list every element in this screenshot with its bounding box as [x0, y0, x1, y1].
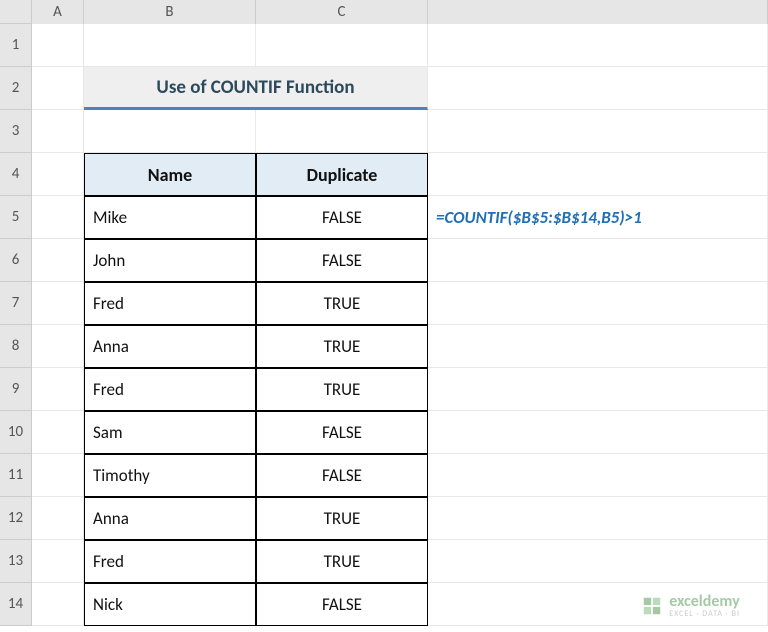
row-header-13[interactable]: 13: [0, 540, 32, 583]
cell-C1[interactable]: [256, 24, 428, 67]
cell-name[interactable]: Anna: [84, 325, 256, 368]
cell-D8[interactable]: [428, 325, 768, 368]
cell-duplicate[interactable]: TRUE: [256, 282, 428, 325]
cell-A1[interactable]: [32, 24, 84, 67]
row-3: 3: [0, 110, 768, 153]
rows-container: 1 2 Use of COUNTIF Function 3 4 Name Dup…: [0, 24, 768, 626]
cell-D12[interactable]: [428, 497, 768, 540]
row-2: 2 Use of COUNTIF Function: [0, 67, 768, 110]
spreadsheet: A B C 1 2 Use of COUNTIF Function 3 4: [0, 0, 768, 632]
cell-duplicate[interactable]: FALSE: [256, 454, 428, 497]
column-headers: A B C: [0, 0, 768, 24]
cell-A5[interactable]: [32, 196, 84, 239]
cell-name[interactable]: Timothy: [84, 454, 256, 497]
cell-name[interactable]: Anna: [84, 497, 256, 540]
cell-D3[interactable]: [428, 110, 768, 153]
row-header-4[interactable]: 4: [0, 153, 32, 196]
cell-A12[interactable]: [32, 497, 84, 540]
row-header-5[interactable]: 5: [0, 196, 32, 239]
col-header-C[interactable]: C: [256, 0, 428, 24]
row-header-9[interactable]: 9: [0, 368, 32, 411]
cell-A2[interactable]: [32, 67, 84, 110]
watermark: exceldemy EXCEL · DATA · BI: [641, 594, 740, 618]
row-header-6[interactable]: 6: [0, 239, 32, 282]
cell-D7[interactable]: [428, 282, 768, 325]
cell-D4[interactable]: [428, 153, 768, 196]
row-header-12[interactable]: 12: [0, 497, 32, 540]
row-13: 13 Fred TRUE: [0, 540, 768, 583]
cell-A11[interactable]: [32, 454, 84, 497]
row-12: 12 Anna TRUE: [0, 497, 768, 540]
cell-duplicate[interactable]: TRUE: [256, 497, 428, 540]
cell-D6[interactable]: [428, 239, 768, 282]
cell-name[interactable]: Nick: [84, 583, 256, 626]
cell-name[interactable]: Sam: [84, 411, 256, 454]
cell-name[interactable]: John: [84, 239, 256, 282]
cell-D1[interactable]: [428, 24, 768, 67]
cell-A4[interactable]: [32, 153, 84, 196]
row-header-11[interactable]: 11: [0, 454, 32, 497]
row-6: 6 John FALSE: [0, 239, 768, 282]
cell-D2[interactable]: [428, 67, 768, 110]
row-5: 5 Mike FALSE =COUNTIF($B$5:$B$14,B5)>1: [0, 196, 768, 239]
cell-A10[interactable]: [32, 411, 84, 454]
cell-A9[interactable]: [32, 368, 84, 411]
select-all-corner[interactable]: [0, 0, 32, 24]
cell-A14[interactable]: [32, 583, 84, 626]
cell-A6[interactable]: [32, 239, 84, 282]
row-4: 4 Name Duplicate: [0, 153, 768, 196]
row-1: 1: [0, 24, 768, 67]
row-header-14[interactable]: 14: [0, 583, 32, 626]
cell-A3[interactable]: [32, 110, 84, 153]
row-header-3[interactable]: 3: [0, 110, 32, 153]
col-header-A[interactable]: A: [32, 0, 84, 24]
col-header-D[interactable]: [428, 0, 768, 24]
row-header-10[interactable]: 10: [0, 411, 32, 454]
row-9: 9 Fred TRUE: [0, 368, 768, 411]
row-header-8[interactable]: 8: [0, 325, 32, 368]
watermark-sub: EXCEL · DATA · BI: [669, 610, 740, 618]
row-header-1[interactable]: 1: [0, 24, 32, 67]
cell-name[interactable]: Fred: [84, 282, 256, 325]
cell-A7[interactable]: [32, 282, 84, 325]
page-title[interactable]: Use of COUNTIF Function: [84, 67, 428, 110]
row-10: 10 Sam FALSE: [0, 411, 768, 454]
row-7: 7 Fred TRUE: [0, 282, 768, 325]
cell-B3[interactable]: [84, 110, 256, 153]
cell-duplicate[interactable]: TRUE: [256, 325, 428, 368]
cell-B1[interactable]: [84, 24, 256, 67]
cell-D9[interactable]: [428, 368, 768, 411]
cell-C3[interactable]: [256, 110, 428, 153]
cell-name[interactable]: Mike: [84, 196, 256, 239]
cell-A8[interactable]: [32, 325, 84, 368]
row-header-7[interactable]: 7: [0, 282, 32, 325]
cell-name[interactable]: Fred: [84, 540, 256, 583]
cell-duplicate[interactable]: FALSE: [256, 583, 428, 626]
logo-icon: [641, 595, 663, 617]
row-11: 11 Timothy FALSE: [0, 454, 768, 497]
formula-annotation: =COUNTIF($B$5:$B$14,B5)>1: [428, 196, 768, 239]
cell-duplicate[interactable]: TRUE: [256, 540, 428, 583]
table-header-duplicate[interactable]: Duplicate: [256, 153, 428, 196]
table-header-name[interactable]: Name: [84, 153, 256, 196]
cell-duplicate[interactable]: FALSE: [256, 196, 428, 239]
row-8: 8 Anna TRUE: [0, 325, 768, 368]
cell-duplicate[interactable]: FALSE: [256, 411, 428, 454]
cell-duplicate[interactable]: FALSE: [256, 239, 428, 282]
cell-D10[interactable]: [428, 411, 768, 454]
cell-D11[interactable]: [428, 454, 768, 497]
col-header-B[interactable]: B: [84, 0, 256, 24]
cell-A13[interactable]: [32, 540, 84, 583]
cell-duplicate[interactable]: TRUE: [256, 368, 428, 411]
cell-name[interactable]: Fred: [84, 368, 256, 411]
row-header-2[interactable]: 2: [0, 67, 32, 110]
cell-D13[interactable]: [428, 540, 768, 583]
watermark-brand: exceldemy: [669, 594, 740, 610]
